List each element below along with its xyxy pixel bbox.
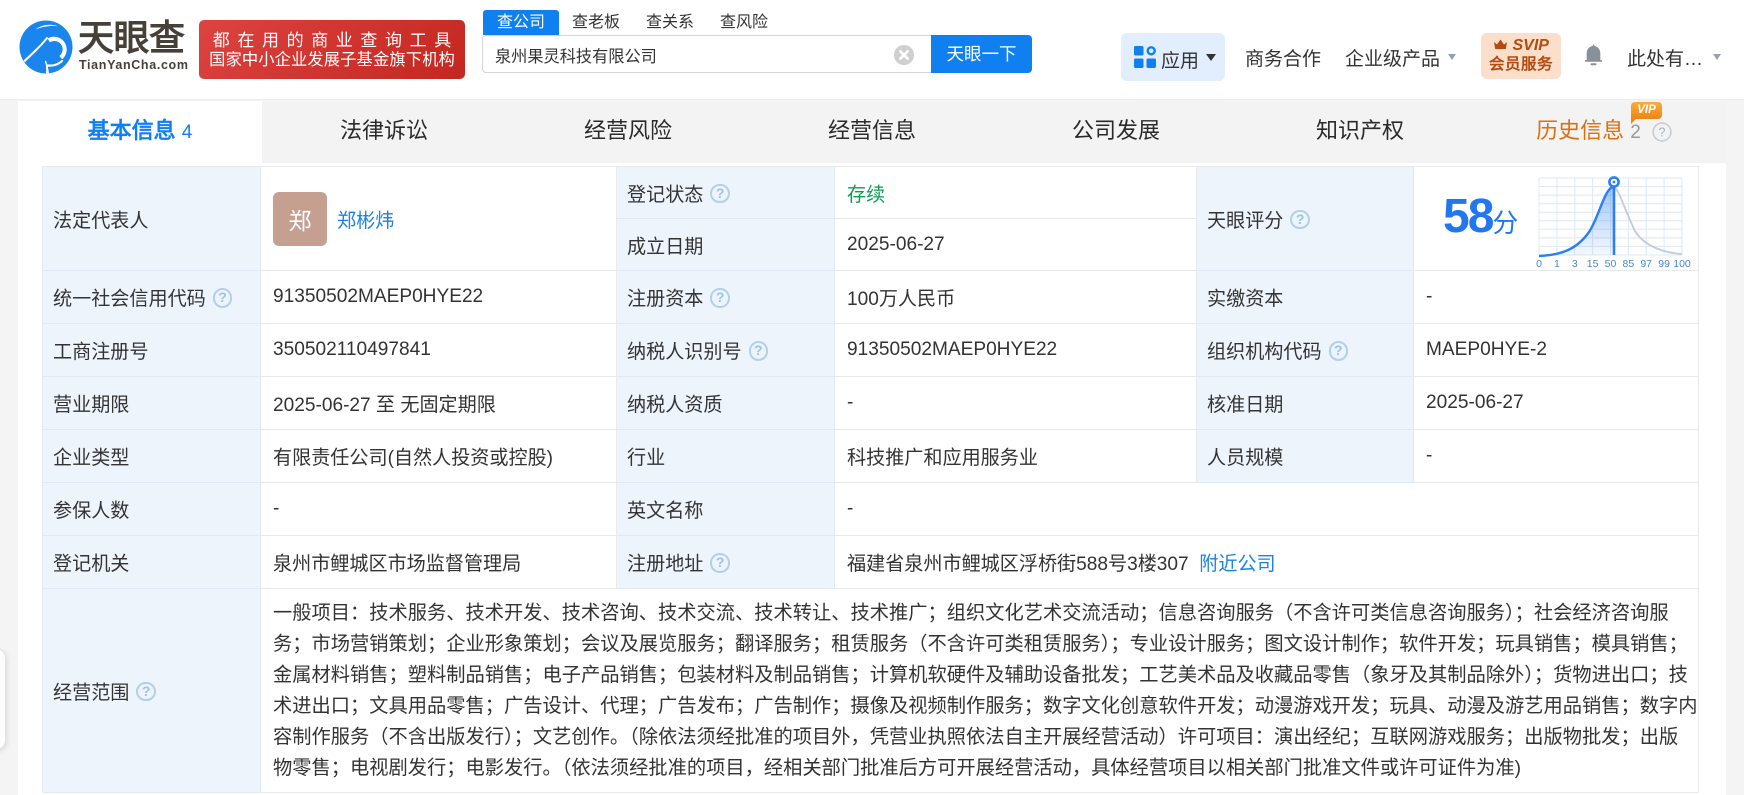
svg-text:3: 3 bbox=[1572, 258, 1578, 270]
svg-text:15: 15 bbox=[1587, 258, 1599, 270]
svg-text:97: 97 bbox=[1640, 258, 1652, 270]
svg-text:1: 1 bbox=[1554, 258, 1560, 270]
svg-text:50: 50 bbox=[1605, 258, 1617, 270]
svg-text:?: ? bbox=[1658, 125, 1665, 139]
svg-text:85: 85 bbox=[1623, 258, 1635, 270]
svg-text:99: 99 bbox=[1658, 258, 1670, 270]
svg-text:100: 100 bbox=[1673, 258, 1691, 270]
svg-text:0: 0 bbox=[1536, 258, 1542, 270]
